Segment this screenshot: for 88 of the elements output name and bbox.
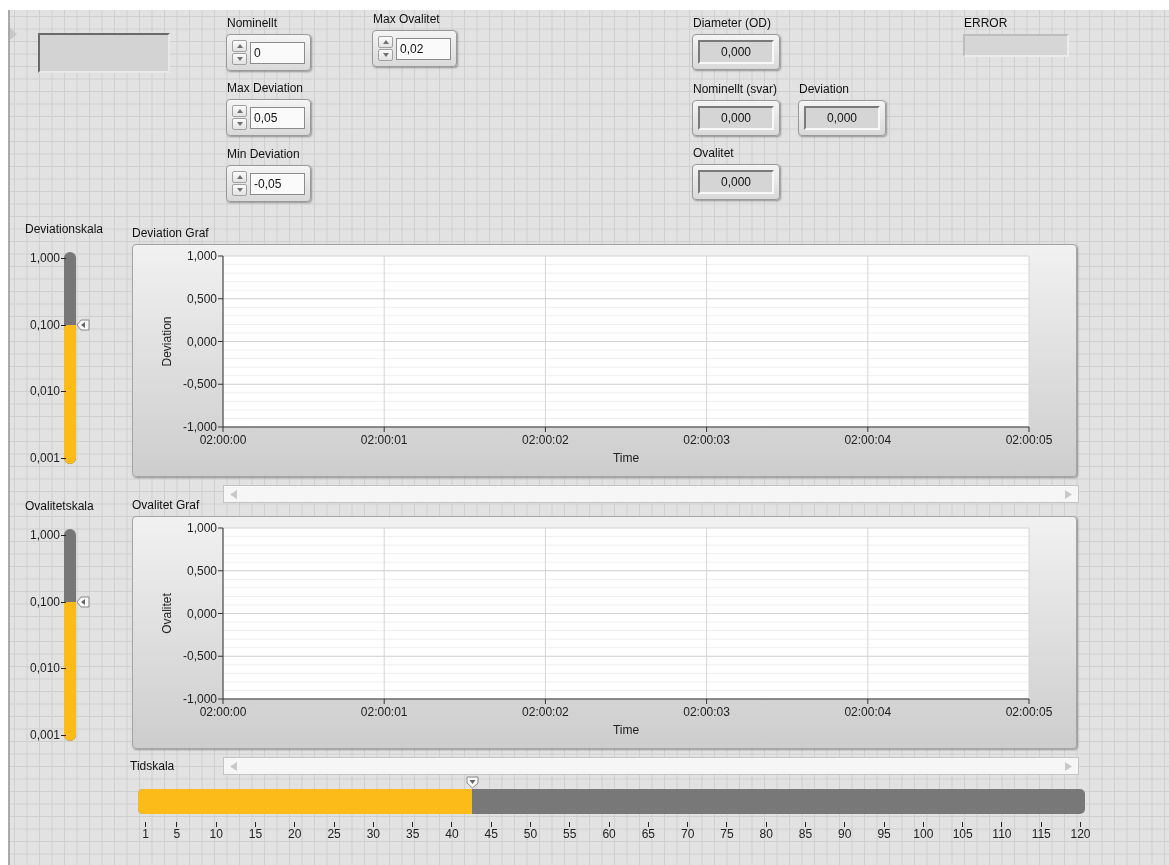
scale-tick-label: 0,010: [29, 384, 60, 399]
slider-thumb[interactable]: [466, 776, 480, 789]
control-label: Min Deviation: [226, 147, 300, 162]
control-label: Nominellt (svar): [692, 82, 777, 97]
scale-tick-label: 0,001: [29, 728, 60, 742]
y-tick-label: 0,500: [186, 291, 217, 306]
numeric-indicator: 0,000: [698, 170, 774, 194]
scale-label: Deviationskala: [25, 222, 104, 236]
scale-tick-label: 115: [1031, 827, 1051, 841]
x-tick-label: 02:00:01: [360, 705, 408, 719]
scale-tick-label: 95: [877, 827, 891, 841]
x-tick-label: 02:00:00: [199, 705, 247, 719]
y-tick-label: 1,000: [186, 249, 217, 263]
scale-tick-label: 35: [405, 827, 420, 841]
scale-tick-label: 100: [913, 827, 934, 841]
x-tick-label: 02:00:05: [1005, 433, 1053, 447]
control-label: Diameter (OD): [692, 16, 771, 31]
y-tick-label: 0,000: [186, 606, 217, 621]
numeric-indicator: 0,000: [698, 106, 774, 130]
control-label: ERROR: [963, 16, 1008, 31]
axis-title: Time: [612, 451, 640, 465]
scale-tick-label: 60: [602, 827, 616, 841]
scale-tick-label: 65: [641, 827, 655, 841]
scale-tick-label: 1: [142, 827, 149, 841]
y-tick-label: -0,500: [182, 649, 217, 664]
scale-tick-label: 30: [366, 827, 380, 841]
scale-tick-label: 25: [327, 827, 341, 841]
control-label: Nominellt: [226, 16, 277, 31]
scale-tick-label: 5: [173, 827, 181, 841]
scale-tick-label: 0,100: [29, 594, 60, 609]
scale-tick-label: 0,001: [29, 451, 60, 465]
scale-tick-label: 110: [992, 827, 1012, 841]
control-label: Deviation: [798, 82, 850, 97]
scale-tick-label: 85: [798, 827, 813, 841]
graph-title: Deviation Graf: [132, 226, 210, 241]
x-tick-label: 02:00:04: [844, 705, 892, 719]
scale-tick-label: 0,010: [29, 661, 60, 676]
y-tick-label: 0,000: [186, 334, 217, 349]
scale-tick-label: 55: [563, 827, 577, 841]
input-field[interactable]: -0,05: [250, 172, 305, 195]
x-tick-label: 02:00:02: [522, 705, 569, 719]
x-tick-label: 02:00:00: [199, 433, 247, 447]
y-tick-label: -0,500: [182, 377, 217, 392]
scale-tick-label: 80: [759, 827, 773, 841]
x-tick-label: 02:00:03: [683, 433, 730, 447]
slider-track[interactable]: [64, 252, 76, 464]
scale-tick-label: 1,000: [29, 251, 60, 265]
input-field[interactable]: 0,05: [250, 106, 305, 129]
x-tick-label: 02:00:05: [1005, 705, 1053, 719]
control-label: Ovalitet: [692, 146, 734, 161]
scale-tick-label: 105: [952, 827, 973, 841]
scale-tick-label: 15: [248, 827, 263, 841]
x-tick-label: 02:00:02: [522, 433, 569, 447]
x-tick-label: 02:00:01: [360, 433, 408, 447]
control-label: Max Ovalitet: [372, 12, 440, 27]
slider-thumb[interactable]: [76, 319, 90, 331]
slider-thumb[interactable]: [76, 596, 90, 608]
scale-tick-label: 0,100: [29, 317, 60, 332]
scale-tick-label: 50: [523, 827, 538, 841]
origin-marker-icon: [10, 28, 17, 40]
axis-title: Deviation: [160, 316, 174, 367]
scale-tick-label: 10: [209, 827, 223, 841]
scale-tick-label: 40: [445, 827, 459, 841]
y-tick-label: -1,000: [182, 420, 217, 434]
scale-tick-label: 45: [484, 827, 498, 841]
scale-tick-label: 120: [1070, 827, 1091, 841]
axis-title: Ovalitet: [160, 593, 174, 634]
slider-track[interactable]: [138, 789, 1085, 814]
x-tick-label: 02:00:03: [683, 705, 730, 719]
slider-track[interactable]: [64, 529, 76, 741]
scale-tick-label: 70: [680, 827, 695, 841]
y-tick-label: 0,500: [186, 563, 217, 578]
scale-tick-label: 20: [288, 827, 302, 841]
scale-label: Ovalitetskala: [25, 499, 94, 513]
numeric-indicator: 0,000: [804, 106, 880, 130]
scale-label: Tidskala: [130, 759, 175, 773]
numeric-indicator: 0,000: [698, 40, 774, 64]
scale-tick-label: 1,000: [29, 528, 60, 542]
scale-tick-label: 90: [838, 827, 852, 841]
x-tick-label: 02:00:04: [844, 433, 892, 447]
axis-title: Time: [612, 723, 640, 737]
input-field[interactable]: 0: [250, 41, 305, 64]
input-field[interactable]: 0,02: [396, 37, 451, 60]
y-tick-label: 1,000: [186, 521, 217, 535]
scale-tick-label: 75: [720, 827, 734, 841]
control-label: Max Deviation: [226, 81, 304, 96]
graph-title: Ovalitet Graf: [132, 498, 201, 513]
y-tick-label: -1,000: [182, 692, 217, 706]
